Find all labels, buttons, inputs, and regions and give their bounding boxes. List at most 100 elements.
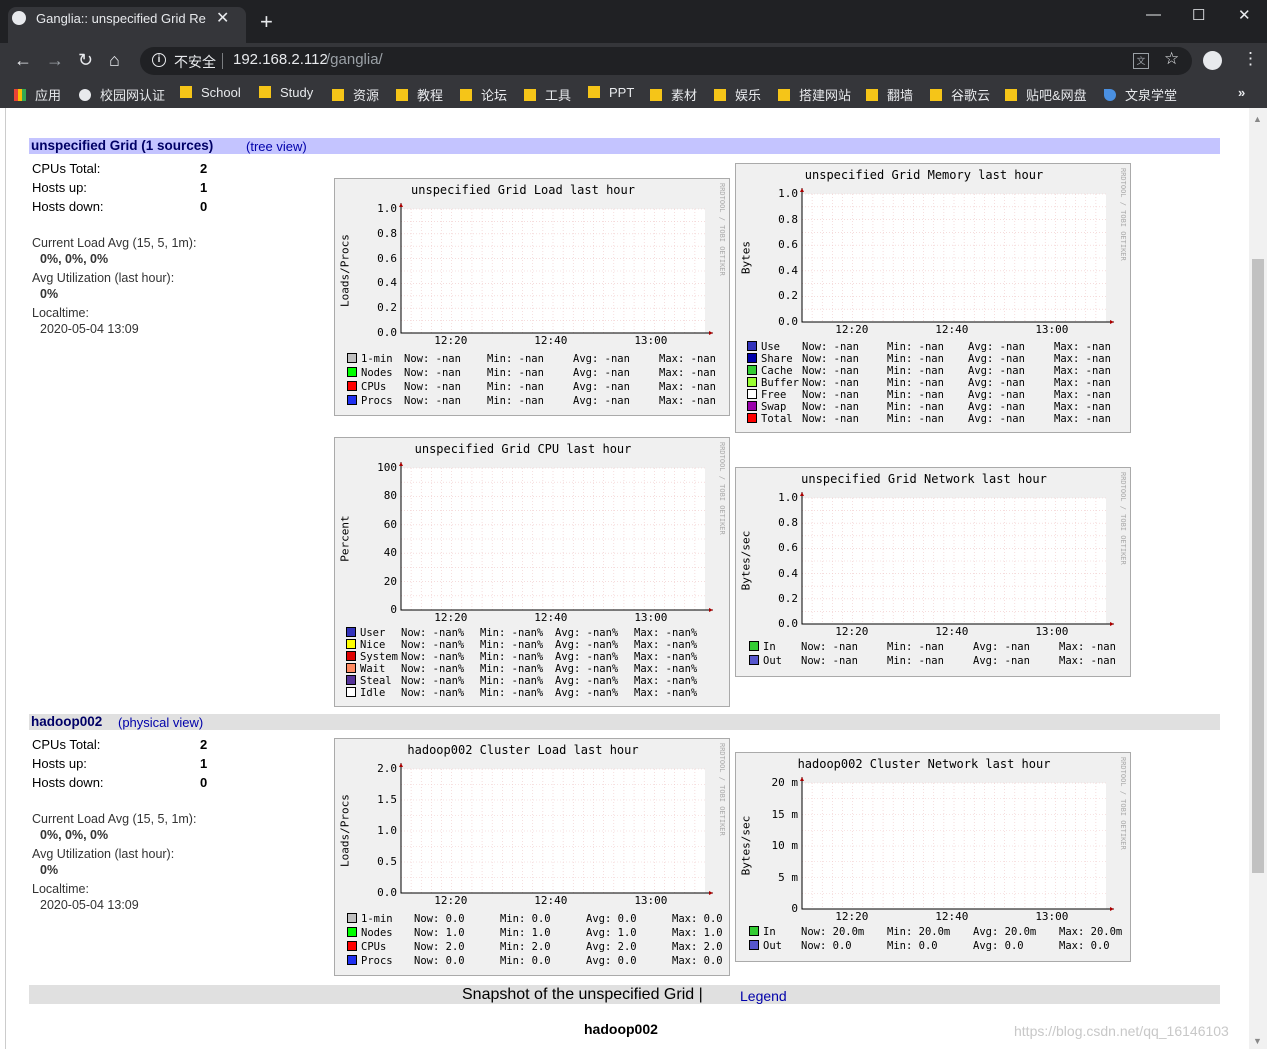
legend-avg-cell: Avg: -nan xyxy=(968,377,1025,389)
bookmark-wenquan[interactable]: 文泉学堂 xyxy=(1104,85,1177,104)
legend-now-label: Now: xyxy=(404,395,430,407)
legend-series: Nice xyxy=(346,639,385,651)
legend-now-cell: Now: -nan% xyxy=(401,639,464,651)
cluster-title[interactable]: hadoop002 xyxy=(31,714,102,729)
legend-series: CPUs xyxy=(347,381,386,393)
legend-link[interactable]: Legend xyxy=(740,988,787,1004)
legend-max-cell: Max: -nan xyxy=(1059,655,1116,667)
bookmark-folder-ppt[interactable]: PPT xyxy=(588,85,634,100)
star-icon[interactable]: ☆ xyxy=(1164,49,1179,69)
bookmark-campus-auth[interactable]: 校园网认证 xyxy=(79,85,165,104)
legend-max-value: 2.0 xyxy=(703,941,723,953)
new-tab-icon[interactable]: + xyxy=(260,11,273,33)
bookmark-folder-google-cloud[interactable]: 谷歌云 xyxy=(930,85,990,104)
legend-now-label: Now: xyxy=(404,367,430,379)
bookmark-folder-tutorials[interactable]: 教程 xyxy=(396,85,443,104)
legend-gap xyxy=(993,353,999,365)
scrollbar-thumb[interactable] xyxy=(1252,259,1264,873)
legend-gap xyxy=(827,353,833,365)
maximize-icon[interactable]: ☐ xyxy=(1192,6,1205,24)
folder-icon xyxy=(714,89,726,101)
legend-gap xyxy=(426,651,432,663)
rrdtool-credit: RRDTOOL / TOBI OETIKER xyxy=(718,183,726,276)
bookmark-folder-tools[interactable]: 工具 xyxy=(524,85,571,104)
profile-icon[interactable] xyxy=(1203,51,1222,70)
legend-series: Swap xyxy=(747,401,786,413)
legend-max-value: -nan% xyxy=(665,651,698,663)
bookmark-folder-materials[interactable]: 素材 xyxy=(650,85,697,104)
legend-avg-cell: Avg: 2.0 xyxy=(586,941,637,953)
reload-icon[interactable]: ↻ xyxy=(78,50,93,71)
legend-min-cell: Min: -nan xyxy=(887,389,944,401)
bookmark-folder-school[interactable]: School xyxy=(180,85,241,100)
cluster-hosts-down-label: Hosts down: xyxy=(32,775,104,790)
bookmarks-overflow-icon[interactable]: » xyxy=(1238,85,1245,100)
legend-min-label: Min: xyxy=(887,353,913,365)
home-icon[interactable]: ⌂ xyxy=(109,50,120,71)
cluster-avg-util-label: Avg Utilization (last hour): xyxy=(32,847,175,861)
x-tick-label: 13:00 xyxy=(634,334,668,347)
legend-swatch xyxy=(346,651,356,661)
url-path: /ganglia/ xyxy=(326,51,383,68)
cluster-network-graph[interactable]: hadoop002 Cluster Network last hour Bytes… xyxy=(735,752,1131,962)
legend-min-value: -nan xyxy=(918,401,944,413)
legend-max-label: Max: xyxy=(634,627,660,639)
grid-cpu-graph[interactable]: unspecified Grid CPU last hour Percent RRD… xyxy=(334,437,730,707)
grid-network-graph[interactable]: unspecified Grid Network last hour Bytes/… xyxy=(735,467,1131,677)
y-axis-label: Loads/Procs xyxy=(338,234,352,307)
legend-series: Share xyxy=(747,353,793,365)
legend-avg-label: Avg: xyxy=(555,651,581,663)
bookmark-folder-resources[interactable]: 资源 xyxy=(332,85,379,104)
cluster-load-graph[interactable]: hadoop002 Cluster Load last hour Loads/Pr… xyxy=(334,738,730,976)
cluster-load-avg-label: Current Load Avg (15, 5, 1m): xyxy=(32,812,197,826)
bookmark-folder-forum[interactable]: 论坛 xyxy=(460,85,507,104)
bookmark-folder-vpn[interactable]: 翻墙 xyxy=(866,85,913,104)
legend-gap xyxy=(684,395,690,407)
info-icon[interactable]: i xyxy=(152,53,166,67)
bookmark-folder-tieba[interactable]: 贴吧&网盘 xyxy=(1005,85,1087,104)
bookmark-folder-entertainment[interactable]: 娱乐 xyxy=(714,85,761,104)
legend-now-label: Now: xyxy=(802,365,828,377)
physical-view-link[interactable]: (physical view) xyxy=(118,715,203,730)
x-tick-label: 12:40 xyxy=(935,625,969,638)
grid-memory-graph[interactable]: unspecified Grid Memory last hour Bytes RR… xyxy=(735,163,1131,433)
legend-max-value: 0.0 xyxy=(703,955,723,967)
legend-min-cell: Min: -nan% xyxy=(480,675,543,687)
legend-avg-label: Avg: xyxy=(968,377,994,389)
legend-max-value: 0.0 xyxy=(703,913,723,925)
legend-swatch xyxy=(747,365,757,375)
legend-max-value: -nan xyxy=(690,353,716,365)
legend-min-cell: Min: -nan xyxy=(887,341,944,353)
legend-now-cell: Now: -nan xyxy=(404,381,461,393)
legend-gap xyxy=(505,675,511,687)
legend-now-label: Now: xyxy=(404,381,430,393)
scroll-up-icon[interactable]: ▲ xyxy=(1253,114,1262,124)
close-tab-icon[interactable]: ✕ xyxy=(216,8,229,28)
translate-icon[interactable]: 文 xyxy=(1133,53,1149,69)
forward-icon[interactable]: → xyxy=(46,50,64,71)
back-icon[interactable]: ← xyxy=(14,50,32,71)
legend-avg-label: Avg: xyxy=(555,639,581,651)
legend-avg-label: Avg: xyxy=(586,913,612,925)
legend-min-value: -nan xyxy=(918,377,944,389)
bookmark-folder-website[interactable]: 搭建网站 xyxy=(778,85,851,104)
y-tick-label: 20 m xyxy=(771,776,799,789)
legend-gap xyxy=(525,941,531,953)
avg-util-label: Avg Utilization (last hour): xyxy=(32,271,175,285)
bookmark-apps[interactable]: 应用 xyxy=(14,85,61,104)
legend-avg-value: -nan xyxy=(1004,655,1030,667)
minimize-icon[interactable]: — xyxy=(1146,6,1161,23)
bookmark-folder-study[interactable]: Study xyxy=(259,85,313,100)
x-axis-arrow xyxy=(709,608,713,612)
grid-load-graph[interactable]: unspecified Grid Load last hour Loads/Pro… xyxy=(334,178,730,416)
legend-avg-cell: Avg: 0.0 xyxy=(973,940,1024,952)
close-window-icon[interactable]: ✕ xyxy=(1238,6,1251,24)
apps-grid-icon xyxy=(14,89,26,101)
scroll-down-icon[interactable]: ▼ xyxy=(1253,1036,1262,1046)
legend-swatch xyxy=(747,389,757,399)
tree-view-link[interactable]: (tree view) xyxy=(246,139,307,154)
tab-title: Ganglia:: unspecified Grid Rep xyxy=(36,11,206,26)
x-tick-label: 12:40 xyxy=(935,323,969,336)
menu-icon[interactable]: ⋮ xyxy=(1242,49,1259,69)
node-name-link[interactable]: hadoop002 xyxy=(584,1021,658,1037)
